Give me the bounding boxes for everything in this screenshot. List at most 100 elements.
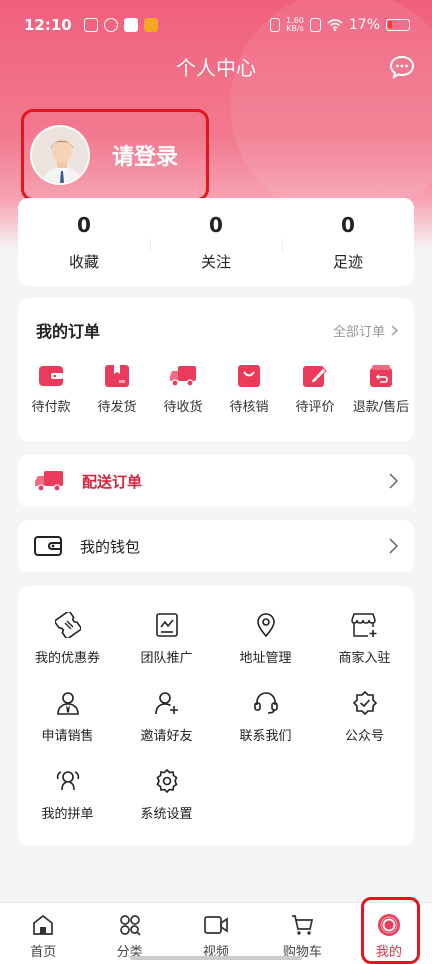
order-pending-review[interactable]: 待评价 — [282, 364, 348, 415]
delivery-orders-label: 配送订单 — [82, 472, 143, 491]
login-area[interactable]: 请登录 — [21, 109, 209, 201]
headset-icon — [253, 692, 278, 714]
notification-icon — [103, 18, 118, 32]
avatar[interactable] — [30, 125, 90, 185]
service-group-buy[interactable]: 我的拼单 — [18, 768, 117, 822]
orders-title: 我的订单 — [36, 322, 101, 341]
order-pending-receipt[interactable]: 待收货 — [150, 364, 216, 415]
coupon-icon — [54, 612, 81, 638]
chevron-right-icon — [389, 538, 398, 554]
service-label: 我的拼单 — [41, 807, 94, 822]
wifi-icon — [327, 19, 343, 31]
order-item-label: 待评价 — [295, 400, 335, 415]
default-avatar-icon — [32, 127, 88, 183]
order-pending-shipment[interactable]: 待发货 — [84, 364, 150, 415]
home-indicator — [130, 956, 302, 960]
network-speed: 1.60 KB/s — [286, 16, 304, 33]
video-icon — [204, 916, 228, 934]
tab-profile[interactable]: 我的 — [346, 903, 432, 964]
service-apply-sales[interactable]: 申请销售 — [18, 690, 117, 744]
service-label: 团队推广 — [140, 651, 193, 666]
stat-label: 足迹 — [332, 252, 363, 271]
status-time: 12:10 — [24, 16, 72, 34]
tab-video[interactable]: 视频 — [173, 903, 259, 964]
chevron-right-icon — [389, 473, 398, 489]
no-sim-icon — [309, 18, 321, 32]
services-card: 我的优惠券 团队推广 地址管理 商家入驻 申请销售 邀请好友 联系我们 公众号 — [18, 586, 414, 845]
battery-icon — [386, 19, 410, 31]
service-label: 地址管理 — [239, 651, 292, 666]
order-pending-verification[interactable]: 待核销 — [216, 364, 282, 415]
tab-category[interactable]: 分类 — [86, 903, 172, 964]
all-orders-link[interactable]: 全部订单 — [333, 321, 398, 340]
status-bar: 12:10 1.60 KB/s 17% — [0, 0, 432, 50]
order-item-label: 待付款 — [31, 400, 71, 415]
message-button[interactable] — [389, 55, 415, 79]
service-official-account[interactable]: 公众号 — [315, 690, 414, 744]
service-address-management[interactable]: 地址管理 — [216, 612, 315, 666]
location-pin-icon — [256, 613, 275, 638]
order-refund-aftersales[interactable]: 退款/售后 — [348, 364, 414, 415]
login-prompt[interactable]: 请登录 — [112, 139, 178, 171]
service-label: 申请销售 — [41, 729, 94, 744]
stat-value: 0 — [341, 212, 355, 237]
app-notification-icon — [143, 18, 158, 32]
user-add-icon — [154, 692, 178, 715]
service-label: 我的优惠券 — [34, 651, 100, 666]
tab-label: 我的 — [375, 945, 402, 960]
order-item-label: 待发货 — [97, 400, 137, 415]
stat-label: 收藏 — [68, 252, 99, 271]
shopping-bag-icon — [238, 365, 260, 387]
service-contact-us[interactable]: 联系我们 — [216, 690, 315, 744]
tab-home[interactable]: 首页 — [0, 903, 86, 964]
page-title: 个人中心 — [176, 56, 256, 80]
home-icon — [33, 914, 54, 935]
service-coupons[interactable]: 我的优惠券 — [18, 612, 117, 666]
battery-percent: 17% — [348, 17, 380, 33]
my-wallet-label: 我的钱包 — [80, 537, 141, 556]
tab-cart[interactable]: 购物车 — [259, 903, 345, 964]
service-invite-friends[interactable]: 邀请好友 — [117, 690, 216, 744]
salesperson-icon — [56, 692, 79, 715]
chart-icon — [155, 613, 178, 637]
delivery-truck-icon — [35, 471, 63, 492]
service-merchant-join[interactable]: 商家入驻 — [315, 612, 414, 666]
stat-favorites[interactable]: 0 收藏 — [18, 198, 150, 286]
gear-icon — [156, 768, 177, 794]
chat-bubble-icon — [389, 55, 415, 79]
verified-badge-icon — [352, 690, 377, 716]
my-wallet-row[interactable]: 我的钱包 — [18, 520, 414, 572]
stat-following[interactable]: 0 关注 — [150, 198, 282, 286]
notification-icon — [83, 18, 98, 32]
service-team-promotion[interactable]: 团队推广 — [117, 612, 216, 666]
service-system-settings[interactable]: 系统设置 — [117, 768, 216, 822]
order-item-label: 待核销 — [229, 400, 269, 415]
stat-value: 0 — [209, 212, 223, 237]
tiktok-icon — [123, 18, 138, 32]
vibrate-icon — [270, 18, 281, 32]
delivery-orders-row[interactable]: 配送订单 — [18, 455, 414, 507]
service-label: 商家入驻 — [338, 651, 391, 666]
edit-icon — [303, 366, 327, 387]
stat-label: 关注 — [200, 252, 231, 271]
stats-card: 0 收藏 0 关注 0 足迹 — [18, 198, 414, 286]
stat-value: 0 — [77, 212, 91, 237]
service-label: 公众号 — [344, 729, 384, 744]
wallet-card-icon — [39, 366, 63, 386]
service-label: 邀请好友 — [140, 729, 193, 744]
wallet-icon — [34, 536, 62, 556]
service-label: 联系我们 — [239, 729, 292, 744]
truck-icon — [170, 366, 196, 387]
group-icon — [56, 771, 79, 791]
order-item-label: 退款/售后 — [352, 400, 410, 415]
all-orders-label: 全部订单 — [332, 324, 385, 340]
service-label: 系统设置 — [140, 807, 193, 822]
stat-footprints[interactable]: 0 足迹 — [282, 198, 414, 286]
tab-label: 首页 — [30, 945, 57, 960]
order-pending-payment[interactable]: 待付款 — [18, 364, 84, 415]
return-box-icon — [370, 365, 392, 387]
bottom-tab-bar: 首页 分类 视频 购物车 我的 — [0, 902, 432, 964]
orders-card: 我的订单 全部订单 待付款 待发货 待收货 待核销 待评价 退款/售后 — [18, 298, 414, 441]
package-icon — [105, 365, 129, 387]
chevron-right-icon — [391, 324, 398, 336]
